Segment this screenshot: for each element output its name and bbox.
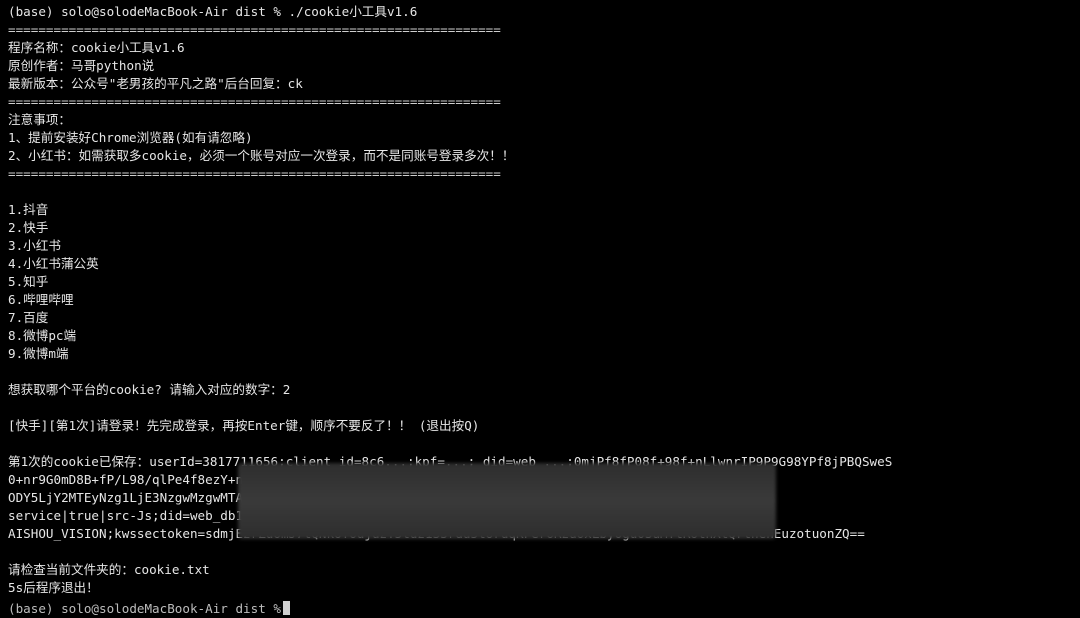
- menu-item-zhihu: 5.知乎: [8, 274, 49, 289]
- login-prompt: [快手][第1次]请登录！先完成登录，再按Enter键，顺序不要反了！！ (退出…: [8, 418, 480, 433]
- shell-prompt-line: (base) solo@solodeMacBook-Air dist % ./c…: [8, 4, 418, 19]
- menu-item-kuaishou: 2.快手: [8, 220, 49, 235]
- menu-item-baidu: 7.百度: [8, 310, 49, 325]
- program-author: 原创作者：马哥python说: [8, 58, 155, 73]
- menu-item-bilibili: 6.哔哩哔哩: [8, 292, 74, 307]
- redaction-blur: [238, 463, 776, 539]
- next-prompt-text: (base) solo@solodeMacBook-Air dist %: [8, 601, 281, 616]
- separator-rule: ========================================…: [8, 166, 501, 181]
- menu-item-xiaohongshu-pugongying: 4.小红书蒲公英: [8, 256, 99, 271]
- platform-question: 想获取哪个平台的cookie? 请输入对应的数字：2: [8, 382, 291, 397]
- note-item: 1、提前安装好Chrome浏览器(如有请忽略): [8, 130, 253, 145]
- menu-item-douyin: 1.抖音: [8, 202, 49, 217]
- menu-item-weibo-pc: 8.微博pc端: [8, 328, 77, 343]
- menu-item-xiaohongshu: 3.小红书: [8, 238, 61, 253]
- program-name: 程序名称：cookie小工具v1.6: [8, 40, 185, 55]
- notes-title: 注意事项：: [8, 112, 71, 127]
- check-file-message: 请检查当前文件夹的：cookie.txt: [8, 562, 210, 577]
- menu-item-weibo-m: 9.微博m端: [8, 346, 69, 361]
- cursor-icon: [282, 601, 290, 615]
- separator-rule: ========================================…: [8, 94, 501, 109]
- latest-version: 最新版本：公众号"老男孩的平凡之路"后台回复：ck: [8, 76, 303, 91]
- next-prompt-line: (base) solo@solodeMacBook-Air dist %: [8, 600, 290, 618]
- note-item: 2、小红书：如需获取多cookie，必须一个账号对应一次登录，而不是同账号登录多…: [8, 148, 515, 163]
- separator-rule: ========================================…: [8, 22, 501, 37]
- exit-message: 5s后程序退出！: [8, 580, 99, 595]
